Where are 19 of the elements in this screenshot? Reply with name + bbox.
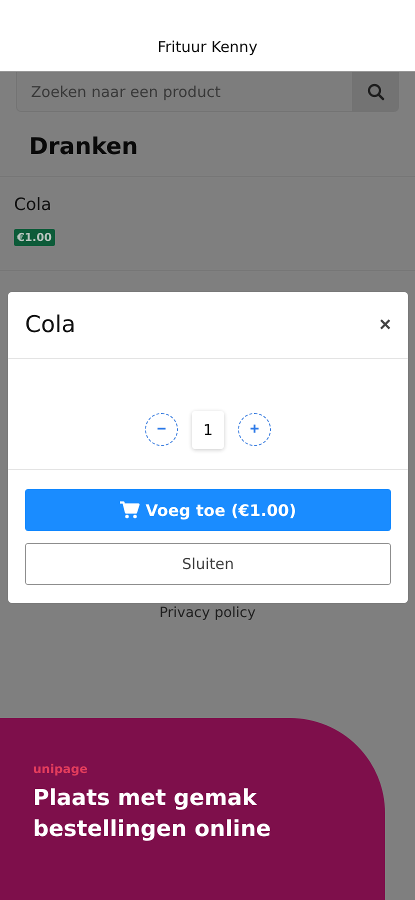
search-field[interactable]: Zoeken naar een product xyxy=(16,72,352,112)
page-title: Frituur Kenny xyxy=(158,36,258,56)
product-name: Cola xyxy=(14,195,52,215)
close-button[interactable]: × xyxy=(379,314,391,336)
brand-logo: unipage xyxy=(33,762,89,776)
quantity-field[interactable]: 1 xyxy=(192,411,224,449)
product-item[interactable]: Cola €1.00 xyxy=(0,177,415,271)
search-icon xyxy=(366,83,384,101)
category-title: Dranken xyxy=(0,112,415,177)
add-to-cart-button[interactable]: Voeg toe (€1.00) xyxy=(25,489,391,531)
promo-headline: Plaats met gemak bestellingen online xyxy=(33,785,272,844)
dialog-title: Cola xyxy=(25,312,76,338)
decrease-button[interactable]: − xyxy=(145,413,178,446)
price-tag: €1.00 xyxy=(14,229,55,246)
privacy-link[interactable]: Privacy policy xyxy=(159,605,256,621)
cart-icon xyxy=(120,501,140,519)
search-button[interactable] xyxy=(352,72,399,112)
close-dialog-button[interactable]: Sluiten xyxy=(25,543,391,585)
increase-button[interactable]: + xyxy=(238,413,271,446)
